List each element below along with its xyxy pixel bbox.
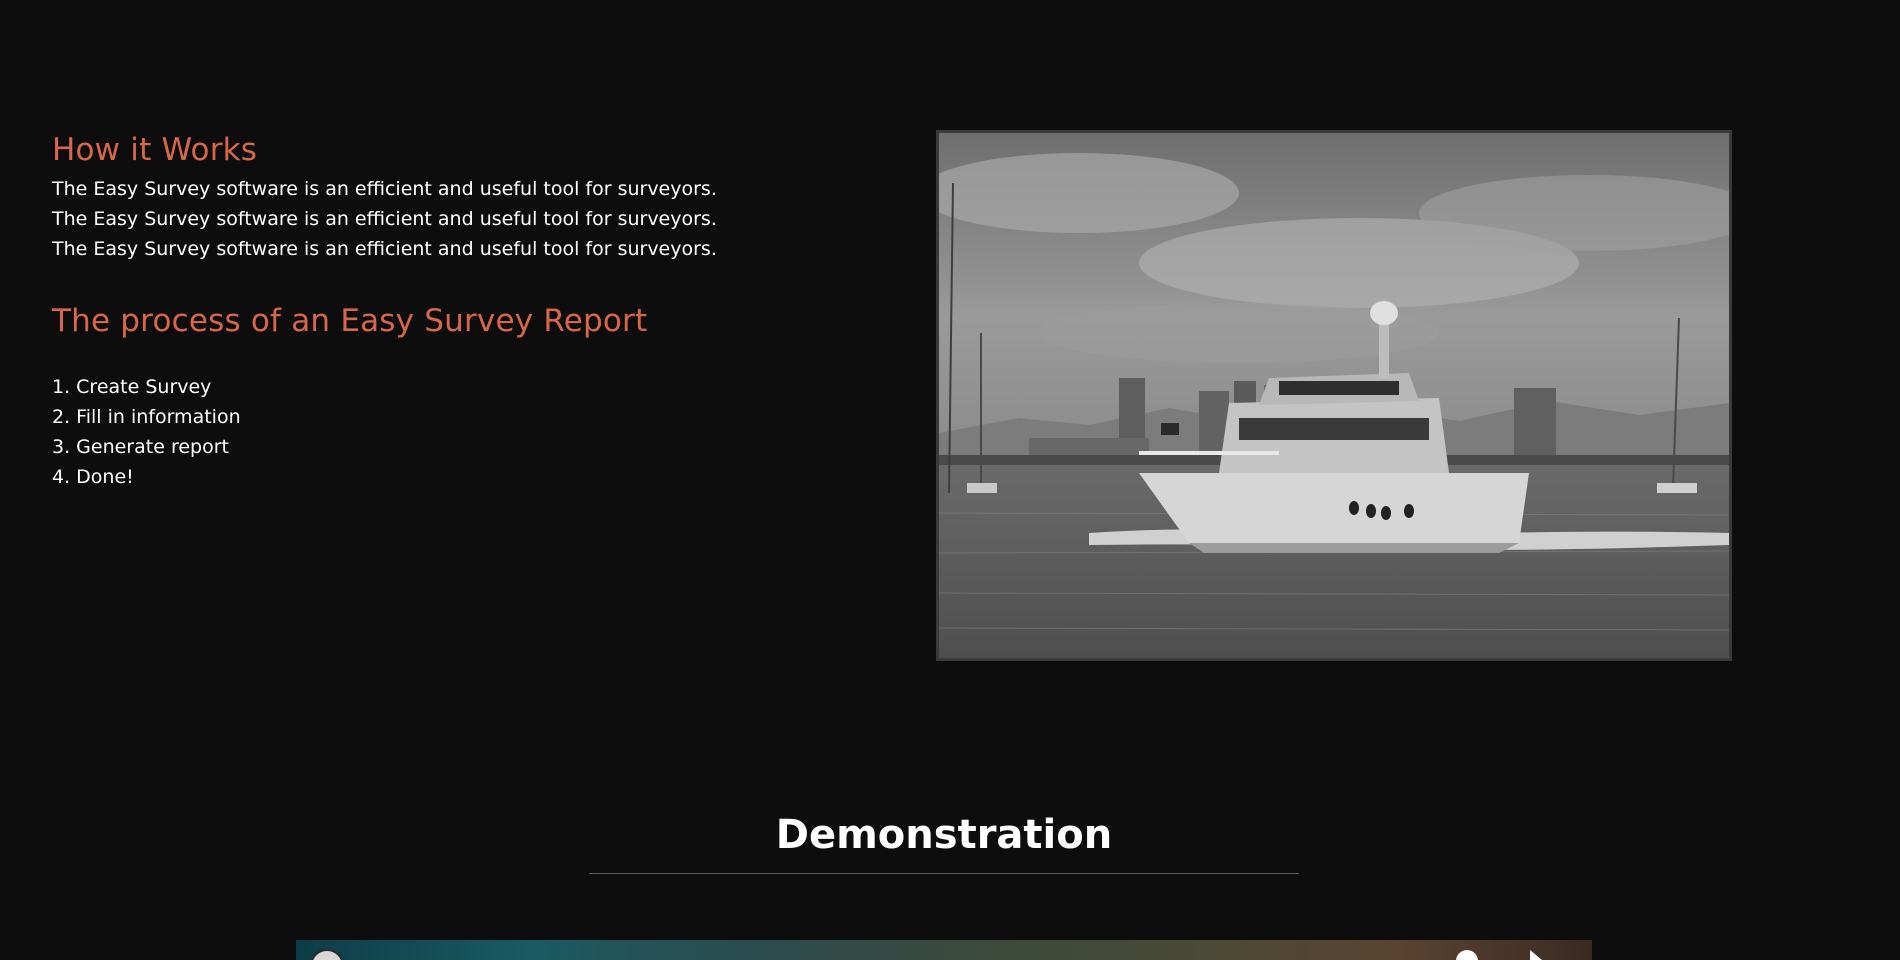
process-step: 3. Generate report	[52, 436, 229, 458]
process-step: 4. Done!	[52, 466, 134, 488]
boat-photo	[936, 130, 1732, 661]
page: How it Works The Easy Survey software is…	[0, 0, 1900, 960]
how-it-works-section: How it Works The Easy Survey software is…	[52, 126, 772, 492]
demonstration-divider	[589, 873, 1299, 874]
how-it-works-heading: How it Works	[52, 132, 258, 168]
demonstration-heading: Demonstration	[775, 812, 1113, 858]
boat-photo-image	[939, 133, 1729, 658]
process-step: 2. Fill in information	[52, 406, 241, 428]
info-icon[interactable]	[1456, 950, 1478, 960]
process-step: 1. Create Survey	[52, 376, 212, 398]
process-heading: The process of an Easy Survey Report	[52, 303, 648, 339]
demo-video-player[interactable]	[296, 940, 1592, 960]
channel-avatar-icon[interactable]	[310, 949, 344, 960]
how-it-works-description: The Easy Survey software is an efficient…	[52, 178, 717, 260]
process-steps-list: 1. Create Survey 2. Fill in information …	[52, 372, 772, 492]
share-icon[interactable]	[1530, 950, 1542, 960]
